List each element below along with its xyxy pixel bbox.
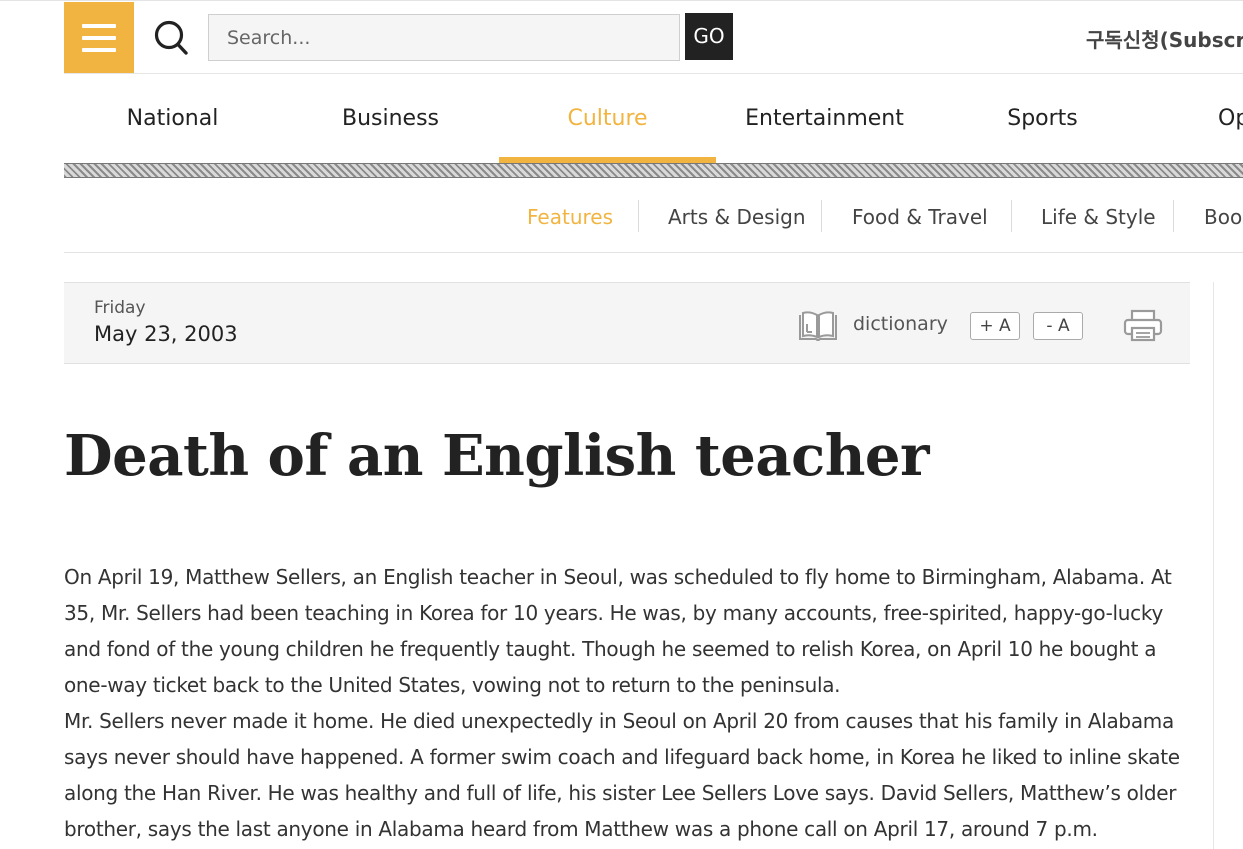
dictionary-link[interactable]: dictionary <box>853 313 948 335</box>
nav-item-national[interactable]: National <box>64 74 281 163</box>
subnav-divider-line <box>64 252 1243 253</box>
subnav-item-food-travel[interactable]: Food & Travel <box>852 200 988 234</box>
subscribe-link[interactable]: 구독신청(Subscri <box>1086 24 1243 53</box>
subnav-item-books[interactable]: Boo <box>1204 200 1243 234</box>
font-increase-button[interactable]: + A <box>970 312 1020 340</box>
font-decrease-button[interactable]: - A <box>1033 312 1083 340</box>
subnav-divider <box>821 200 822 232</box>
article-headline: Death of an English teacher <box>64 423 930 489</box>
article-day: Friday <box>94 298 146 318</box>
sidebar-divider <box>1213 282 1214 849</box>
subnav-item-life-style[interactable]: Life & Style <box>1041 200 1156 234</box>
book-icon[interactable] <box>798 310 838 342</box>
hamburger-icon <box>82 24 116 28</box>
search-input[interactable] <box>208 14 680 61</box>
hamburger-icon-bar <box>82 48 116 52</box>
article-date: May 23, 2003 <box>94 322 238 346</box>
nav-item-entertainment[interactable]: Entertainment <box>716 74 933 163</box>
nav-item-opinion[interactable]: Op <box>1218 74 1243 163</box>
article-paragraph: Mr. Sellers never made it home. He died … <box>64 709 1180 841</box>
article-paragraph: On April 19, Matthew Sellers, an English… <box>64 565 1172 697</box>
search-icon[interactable] <box>153 19 189 57</box>
top-border <box>0 0 1243 1</box>
printer-icon[interactable] <box>1123 309 1163 343</box>
subnav-item-arts-design[interactable]: Arts & Design <box>668 200 806 234</box>
decorative-pattern-band <box>64 163 1243 178</box>
subnav-divider <box>638 200 639 232</box>
subnav-item-features[interactable]: Features <box>527 200 613 234</box>
hamburger-icon-bar <box>82 36 116 40</box>
subnav-divider <box>1173 200 1174 232</box>
subnav-divider <box>1011 200 1012 232</box>
nav-item-culture[interactable]: Culture <box>499 74 716 163</box>
hamburger-menu-button[interactable] <box>64 2 134 73</box>
nav-item-business[interactable]: Business <box>282 74 499 163</box>
nav-item-sports[interactable]: Sports <box>934 74 1151 163</box>
go-button[interactable]: GO <box>685 13 733 60</box>
